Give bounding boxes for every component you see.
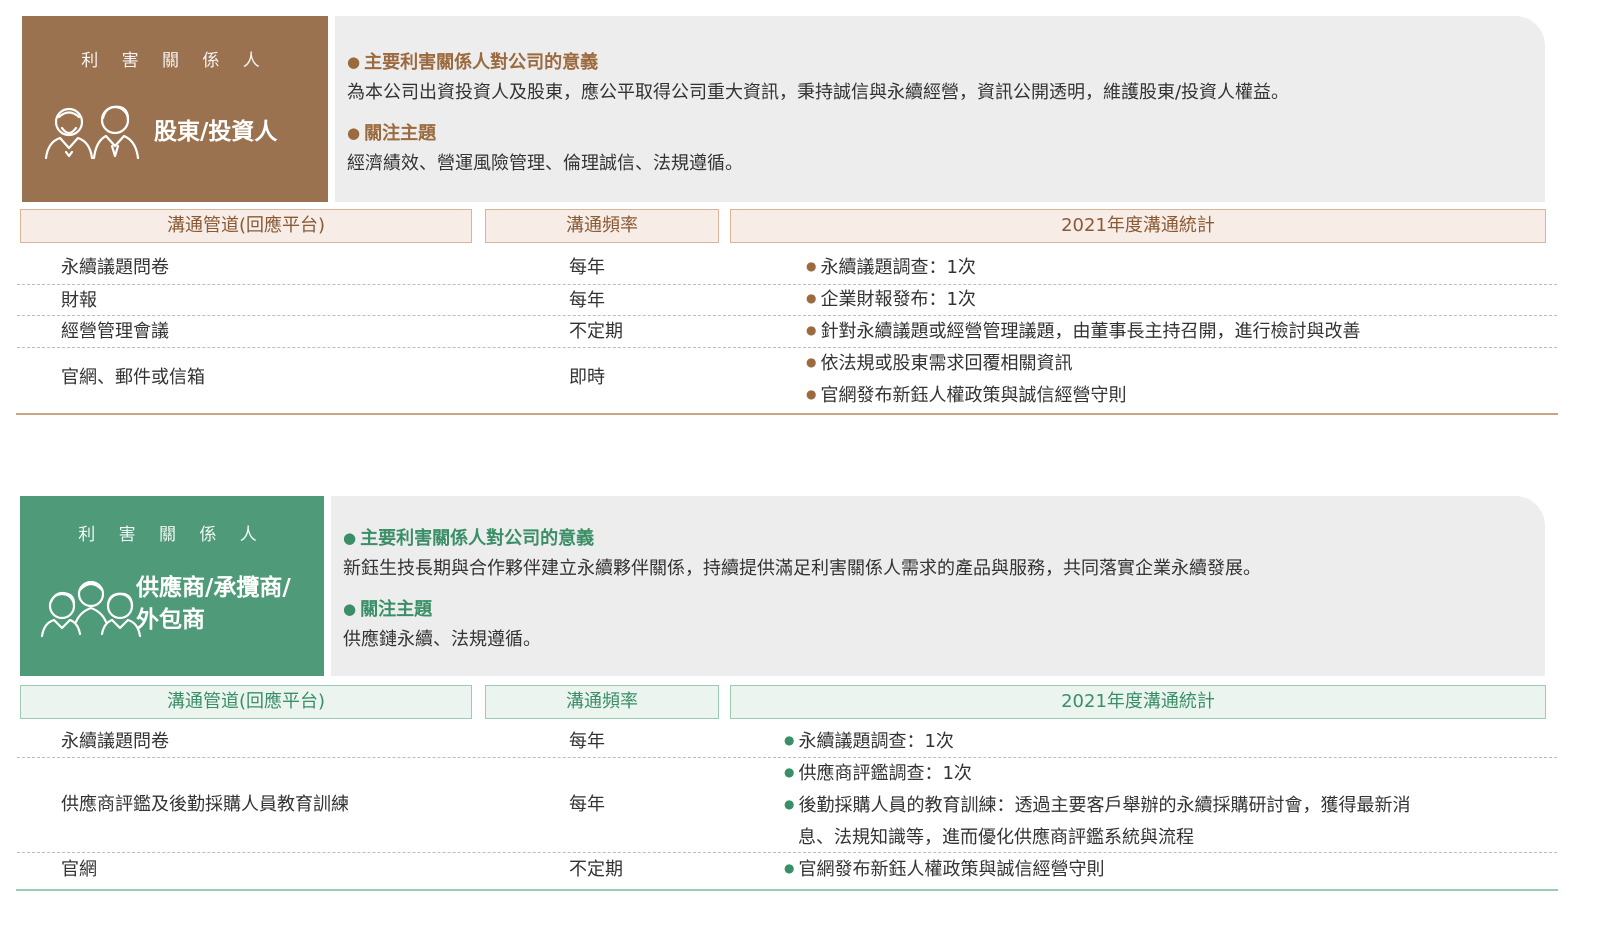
stakeholder-tag: 利 害 關 係 人 — [81, 51, 269, 71]
stats-item: ● 官網發布新鈺人權政策與誠信經營守則 — [806, 381, 1126, 407]
channel-cell: 永續議題問卷 — [61, 731, 169, 752]
channel-cell: 永續議題問卷 — [61, 257, 169, 278]
stats-text: 永續議題調查：1次 — [820, 257, 976, 278]
stats-text: 官網發布新鈺人權政策與誠信經營守則 — [820, 385, 1127, 406]
channel-cell: 官網、郵件或信箱 — [61, 367, 205, 388]
table-row: 官網、郵件或信箱 即時 — [17, 347, 1557, 411]
stats-item: ● 後勤採購人員的教育訓練：透過主要客戶舉辦的永續採購研討會，獲得最新消 — [784, 791, 1410, 817]
topics-heading: ● 關注主題 — [343, 595, 432, 621]
stakeholder-title-line1: 供應商/承攬商/ — [136, 575, 291, 601]
topics-heading: ● 關注主題 — [347, 119, 436, 145]
bullet-icon: ● — [784, 861, 795, 875]
stats-item: ● 供應商評鑑調查：1次 — [784, 759, 972, 785]
stats-item: ● 針對永續議題或經營管理議題，由董事長主持召開，進行檢討與改善 — [806, 317, 1360, 343]
table-bottom-rule — [16, 413, 1558, 415]
channel-cell: 經營管理會議 — [61, 321, 169, 342]
frequency-cell: 每年 — [569, 731, 605, 752]
stakeholder-header-card: 利 害 關 係 人 股東/投資人 — [22, 16, 328, 202]
suppliers-icon — [40, 580, 142, 638]
bullet-icon: ● — [347, 124, 361, 142]
bullet-icon: ● — [806, 291, 817, 305]
stats-item: ● 官網發布新鈺人權政策與誠信經營守則 — [784, 855, 1104, 881]
col-header-channel: 溝通管道(回應平台) — [20, 685, 472, 719]
table-row: 永續議題問卷 每年 — [17, 251, 1557, 285]
stats-text: 依法規或股東需求回覆相關資訊 — [820, 353, 1073, 374]
investors-icon — [44, 105, 140, 160]
bullet-icon: ● — [806, 259, 817, 273]
stats-text: 官網發布新鈺人權政策與誠信經營守則 — [798, 859, 1105, 880]
meaning-heading: ● 主要利害關係人對公司的意義 — [347, 48, 598, 74]
table-row: 財報 每年 — [17, 284, 1557, 316]
bullet-icon: ● — [806, 355, 817, 369]
col-header-channel: 溝通管道(回應平台) — [20, 209, 472, 243]
meaning-text: 為本公司出資投資人及股東，應公平取得公司重大資訊，秉持誠信與永續經營，資訊公開透… — [347, 82, 1290, 103]
topics-heading-text: 關注主題 — [364, 123, 437, 144]
stakeholder-title: 股東/投資人 — [154, 119, 278, 145]
frequency-cell: 每年 — [569, 290, 605, 311]
bullet-icon: ● — [784, 765, 795, 779]
bullet-icon: ● — [806, 387, 817, 401]
meaning-text: 新鈺生技長期與合作夥伴建立永續夥伴關係，持續提供滿足利害關係人需求的產品與服務，… — [343, 558, 1261, 579]
topics-text: 供應鏈永續、法規遵循。 — [343, 629, 541, 650]
bullet-icon: ● — [343, 529, 357, 547]
stakeholder-title-line2: 外包商 — [136, 607, 205, 633]
bullet-icon: ● — [784, 797, 795, 811]
stakeholder-tag: 利 害 關 係 人 — [78, 525, 266, 545]
stats-text: 後勤採購人員的教育訓練：透過主要客戶舉辦的永續採購研討會，獲得最新消 — [798, 795, 1411, 816]
stats-text: 供應商評鑑調查：1次 — [798, 763, 972, 784]
stats-item-continued: 息、法規知識等，進而優化供應商評鑑系統與流程 — [798, 827, 1194, 848]
bullet-icon: ● — [347, 53, 361, 71]
stats-item: ● 永續議題調查：1次 — [806, 253, 976, 279]
bullet-icon: ● — [806, 323, 817, 337]
stats-item: ● 依法規或股東需求回覆相關資訊 — [806, 349, 1072, 375]
meaning-heading-text: 主要利害關係人對公司的意義 — [364, 52, 599, 73]
bullet-icon: ● — [784, 733, 795, 747]
topics-text: 經濟績效、營運風險管理、倫理誠信、法規遵循。 — [347, 153, 743, 174]
stats-text: 永續議題調查：1次 — [798, 731, 954, 752]
channel-cell: 財報 — [61, 290, 97, 311]
col-header-stats: 2021年度溝通統計 — [730, 685, 1546, 719]
stakeholder-header-card: 利 害 關 係 人 供應商/承攬商/ 外包商 — [20, 496, 324, 676]
channel-cell: 供應商評鑑及後勤採購人員教育訓練 — [61, 794, 349, 815]
col-header-frequency: 溝通頻率 — [485, 685, 719, 719]
frequency-cell: 不定期 — [569, 321, 623, 342]
bullet-icon: ● — [343, 600, 357, 618]
frequency-cell: 每年 — [569, 257, 605, 278]
channel-cell: 官網 — [61, 859, 97, 880]
stats-text: 針對永續議題或經營管理議題，由董事長主持召開，進行檢討與改善 — [820, 321, 1361, 342]
meaning-heading: ● 主要利害關係人對公司的意義 — [343, 524, 594, 550]
stakeholder-info-panel: ● 主要利害關係人對公司的意義 為本公司出資投資人及股東，應公平取得公司重大資訊，… — [335, 16, 1545, 202]
table-bottom-rule — [16, 889, 1558, 891]
stats-item: ● 永續議題調查：1次 — [784, 727, 954, 753]
col-header-frequency: 溝通頻率 — [485, 209, 719, 243]
frequency-cell: 不定期 — [569, 859, 623, 880]
stats-text: 企業財報發布：1次 — [820, 289, 976, 310]
stakeholder-info-panel: ● 主要利害關係人對公司的意義 新鈺生技長期與合作夥伴建立永續夥伴關係，持續提供滿… — [331, 496, 1545, 676]
stats-item: ● 企業財報發布：1次 — [806, 285, 976, 311]
frequency-cell: 即時 — [569, 367, 605, 388]
meaning-heading-text: 主要利害關係人對公司的意義 — [360, 528, 595, 549]
col-header-stats: 2021年度溝通統計 — [730, 209, 1546, 243]
stakeholder-title: 供應商/承攬商/ 外包商 — [136, 572, 316, 636]
frequency-cell: 每年 — [569, 794, 605, 815]
topics-heading-text: 關注主題 — [360, 599, 433, 620]
